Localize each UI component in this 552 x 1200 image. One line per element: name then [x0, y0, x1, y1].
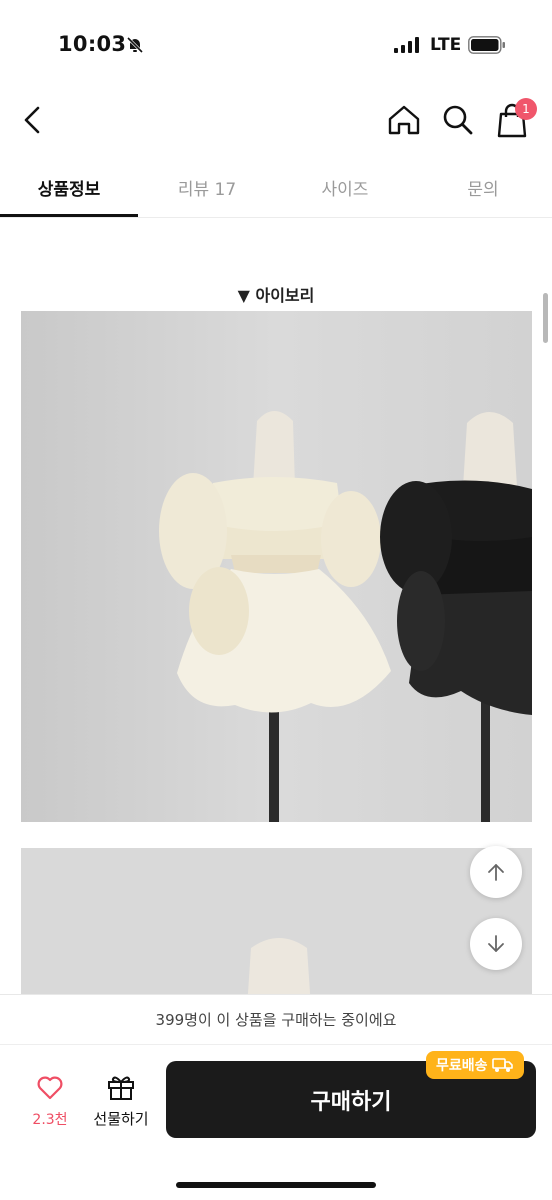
gift-label: 선물하기: [93, 1110, 149, 1128]
scrollbar[interactable]: [543, 293, 548, 343]
color-option-label: ▼ 아이보리: [237, 286, 315, 305]
scroll-up-button[interactable]: [470, 846, 522, 898]
product-image-second: [21, 848, 532, 1008]
arrow-up-icon: [488, 864, 504, 881]
cart-count-badge: 1: [515, 98, 537, 120]
free-shipping-label: 무료배송: [436, 1058, 488, 1074]
back-arrow-icon[interactable]: [18, 100, 48, 140]
like-count: 2.3천: [32, 1112, 68, 1128]
purchase-activity-notice: 399명이 이 상품을 구매하는 중이에요: [0, 994, 552, 1044]
app-header: [0, 92, 552, 150]
product-tabs: 상품정보 리뷰 17 사이즈 문의: [0, 158, 552, 218]
like-button[interactable]: 2.3천: [22, 1075, 78, 1129]
gift-button[interactable]: 선물하기: [88, 1073, 154, 1129]
status-time: 10:03: [58, 32, 127, 56]
product-photo-graphic: [21, 311, 532, 822]
tab-product-info[interactable]: 상품정보: [0, 158, 138, 217]
tab-reviews[interactable]: 리뷰 17: [138, 158, 276, 216]
arrow-down-icon: [488, 935, 504, 952]
search-icon[interactable]: [438, 100, 478, 140]
battery-icon: [468, 36, 505, 54]
tab-size[interactable]: 사이즈: [276, 158, 414, 216]
product-detail-screen: 10:03 LTE 1 상품정보 리뷰 17 사이즈 문의 ▼ 아이보리 399…: [0, 0, 552, 1200]
free-shipping-badge: 무료배송: [426, 1051, 524, 1079]
scroll-down-button[interactable]: [470, 918, 522, 970]
product-image: [21, 311, 532, 822]
delivery-truck-icon: [491, 1058, 513, 1072]
bell-muted-icon: [126, 36, 144, 54]
home-icon[interactable]: [384, 100, 424, 140]
bottom-action-bar: 2.3천 선물하기 구매하기 무료배송: [0, 1044, 552, 1200]
tab-inquiry[interactable]: 문의: [414, 158, 552, 216]
status-bar: 10:03 LTE: [0, 0, 552, 92]
network-label: LTE: [430, 35, 462, 55]
product-photo-graphic-second: [21, 848, 532, 1008]
heart-icon: [37, 1076, 63, 1100]
home-indicator: [176, 1182, 376, 1188]
signal-icon: [394, 37, 419, 53]
gift-icon: [108, 1076, 134, 1100]
